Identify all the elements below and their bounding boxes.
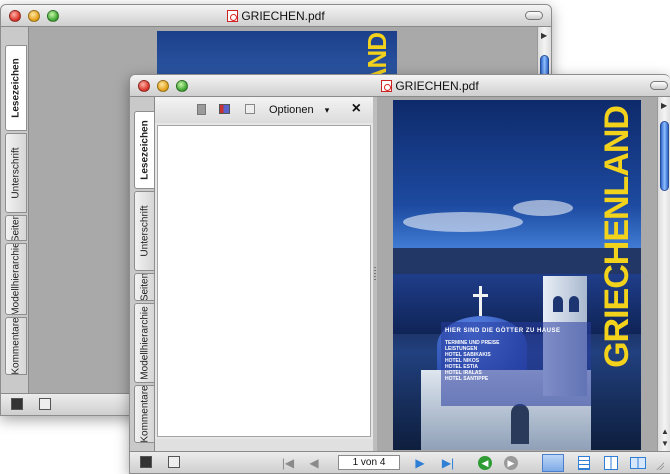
pdf-file-icon [381, 80, 393, 92]
trash-icon[interactable] [197, 104, 206, 115]
window-title: GRIECHEN.pdf [190, 79, 670, 93]
tab-kommentare[interactable]: Kommentare [5, 317, 27, 375]
resize-grip-icon[interactable] [654, 460, 664, 470]
pdf-page: HIER SIND DIE GÖTTER ZU HAUSE TERMINE UN… [393, 100, 641, 450]
window-title: GRIECHEN.pdf [1, 9, 551, 23]
toolbar-toggle-button[interactable] [525, 11, 543, 20]
scroll-right-arrow-icon[interactable]: ▶ [661, 101, 667, 110]
tab-kommentare[interactable]: Kommentare [134, 385, 155, 443]
bookmark-panel: Optionen ▾ × [155, 97, 373, 453]
go-forward-icon[interactable]: ▶ [504, 456, 518, 470]
page-layout-icon[interactable] [168, 456, 180, 468]
cover-word: GRIECHENLAND [598, 106, 636, 368]
scroll-down-arrow-icon[interactable]: ▼ [661, 439, 669, 448]
bell-arch [569, 296, 579, 312]
side-tabs: Lesezeichen Unterschrift Seiten Modellhi… [1, 27, 29, 415]
screen-icon[interactable] [140, 456, 152, 468]
church-cross [479, 286, 482, 316]
church-door [511, 404, 529, 444]
scroll-thumb[interactable] [660, 121, 669, 191]
toolbar-toggle-button[interactable] [650, 81, 668, 90]
navigation-bar: |◀ ◀ 1 von 4 ▶ ▶| ◀ ▶ [130, 451, 670, 473]
document-area: HIER SIND DIE GÖTTER ZU HAUSE TERMINE UN… [377, 97, 657, 453]
page-number-field[interactable]: 1 von 4 [338, 455, 400, 470]
tab-modellhierarchie[interactable]: Modellhierarchie [134, 303, 155, 383]
bookmark-list[interactable] [157, 125, 371, 437]
pdf-file-icon [227, 10, 239, 22]
tab-lesezeichen[interactable]: Lesezeichen [134, 111, 155, 189]
facing-view-icon[interactable] [604, 456, 618, 470]
previous-page-icon[interactable]: ◀ [308, 456, 320, 470]
last-page-icon[interactable]: ▶| [440, 456, 456, 470]
close-window-button[interactable] [138, 80, 150, 92]
contents-list: TERMINE UND PREISE LEISTUNGEN HOTEL SABI… [445, 340, 499, 382]
headline: HIER SIND DIE GÖTTER ZU HAUSE [445, 328, 561, 334]
screen-icon[interactable] [11, 398, 23, 410]
front-window-titlebar[interactable]: GRIECHEN.pdf [130, 75, 670, 97]
cloud-shape [403, 212, 523, 232]
continuous-view-icon[interactable] [578, 456, 590, 470]
tab-unterschrift[interactable]: Unterschrift [134, 191, 155, 271]
scroll-arrow-icon[interactable]: ▶ [541, 31, 547, 40]
expand-bookmark-icon[interactable] [245, 104, 255, 114]
new-bookmark-icon[interactable] [219, 104, 230, 114]
side-tabs: Lesezeichen Unterschrift Seiten Modellhi… [130, 97, 155, 451]
tab-seiten[interactable]: Seiten [5, 215, 27, 241]
vertical-scrollbar[interactable]: ▶ ▲ ▼ [657, 97, 670, 453]
zoom-window-button[interactable] [176, 80, 188, 92]
continuous-facing-view-icon[interactable] [630, 457, 646, 469]
tab-modellhierarchie[interactable]: Modellhierarchie [5, 243, 27, 315]
tab-unterschrift[interactable]: Unterschrift [5, 133, 27, 213]
splitter-grip [374, 267, 376, 281]
options-menu[interactable]: Optionen ▾ [269, 104, 329, 116]
bell-arch [553, 296, 563, 312]
next-page-icon[interactable]: ▶ [414, 456, 426, 470]
close-panel-button[interactable]: × [352, 100, 361, 118]
first-page-icon[interactable]: |◀ [280, 456, 296, 470]
panel-toolbar: Optionen ▾ × [155, 97, 373, 123]
tab-lesezeichen[interactable]: Lesezeichen [5, 45, 27, 131]
chevron-down-icon: ▾ [324, 105, 330, 115]
cloud-shape [513, 200, 573, 216]
go-back-icon[interactable]: ◀ [478, 456, 492, 470]
back-window-titlebar[interactable]: GRIECHEN.pdf [1, 5, 551, 27]
scroll-up-arrow-icon[interactable]: ▲ [661, 427, 669, 436]
minimize-window-button[interactable] [157, 80, 169, 92]
list-item[interactable]: HOTEL SANTIPPE [445, 376, 499, 382]
page-layout-icon[interactable] [39, 398, 51, 410]
front-window: GRIECHEN.pdf Lesezeichen Unterschrift Se… [129, 74, 670, 474]
tab-seiten[interactable]: Seiten [134, 273, 155, 301]
church-cross [473, 294, 488, 297]
single-page-view-icon[interactable] [542, 454, 564, 472]
